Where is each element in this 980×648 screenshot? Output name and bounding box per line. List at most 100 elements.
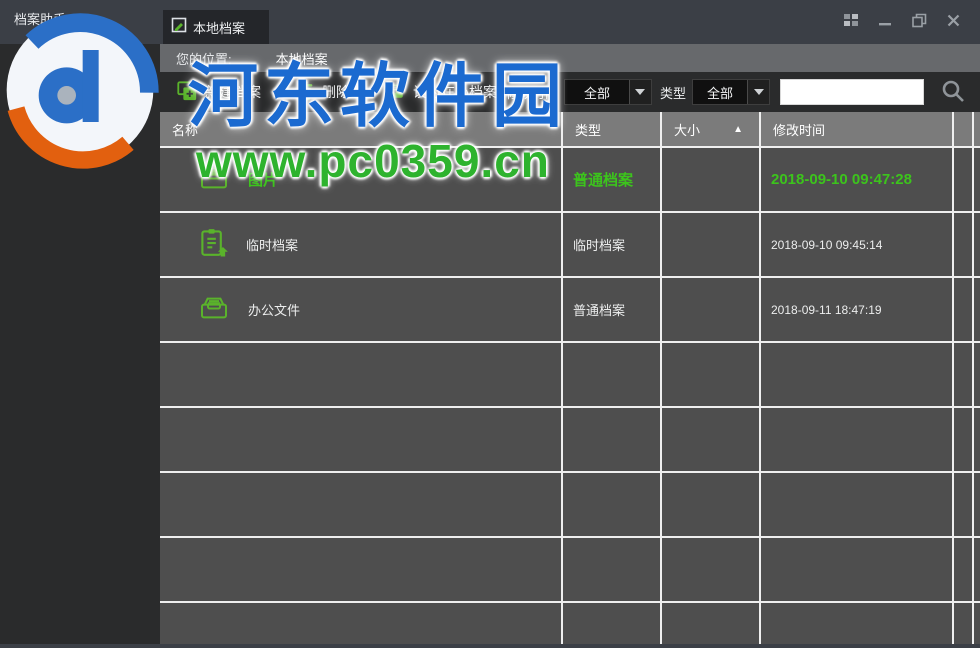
column-header-label: 修改时间 [773, 122, 826, 138]
sort-asc-icon: ▲ [733, 123, 743, 135]
delete-label: 删除 [322, 84, 350, 100]
apps-icon[interactable] [840, 10, 862, 30]
table-row-modified-cell[interactable]: 2018-09-10 09:47:28 [761, 148, 952, 211]
table-row-size-cell[interactable] [662, 148, 759, 211]
filter-time-dropdown[interactable]: 全部 [563, 79, 652, 105]
edit-document-icon [171, 17, 187, 38]
sidebar: 档案管理 本地档案 [0, 44, 160, 644]
archive-tray-icon [196, 162, 232, 198]
table-row-size-cell[interactable] [662, 278, 759, 341]
empty-cell [563, 473, 660, 536]
table-row-type-cell[interactable]: 临时档案 [563, 213, 660, 276]
chevron-down-icon[interactable] [747, 80, 769, 104]
clipboard-up-icon [196, 226, 230, 263]
chevron-down-icon[interactable] [628, 80, 651, 104]
empty-cell [974, 538, 980, 601]
empty-cell [761, 473, 952, 536]
empty-cell [954, 408, 972, 471]
column-header-大小[interactable]: 大小 ▲ [662, 112, 759, 146]
table-row-modified-cell[interactable]: 2018-09-11 18:47:19 [761, 278, 952, 341]
location-label: 您的位置: [176, 51, 232, 67]
empty-cell [761, 603, 952, 644]
empty-cell [974, 408, 980, 471]
new-archive-label: 新建档案 [205, 84, 261, 100]
empty-cell [954, 343, 972, 406]
empty-cell [563, 343, 660, 406]
location-value: 本地档案 [275, 51, 328, 67]
column-header-修改时间[interactable]: 修改时间 [761, 112, 952, 146]
table-row-spacer-cell [974, 278, 980, 341]
table-row-modified-cell[interactable]: 2018-09-10 09:45:14 [761, 213, 952, 276]
empty-cell [160, 473, 561, 536]
toolbar: 新建档案 删除 设为在办档案 修改时间 全部 类型 全部 [160, 72, 980, 112]
working-archive-icon [384, 80, 406, 105]
table-row-size-cell[interactable] [662, 213, 759, 276]
maximize-icon[interactable] [908, 10, 930, 30]
column-header-名称[interactable]: 名称 [160, 112, 561, 146]
empty-cell [954, 603, 972, 644]
table-row-name-cell[interactable]: 临时档案 [160, 213, 561, 276]
empty-cell [662, 408, 759, 471]
empty-cell [662, 473, 759, 536]
table-row-type-cell[interactable]: 普通档案 [563, 148, 660, 211]
archive-inbox-icon [24, 108, 50, 137]
table-row-spacer-cell [954, 148, 972, 211]
sidebar-item-local-archive[interactable]: 本地档案 [0, 102, 160, 142]
empty-cell [160, 343, 561, 406]
window-controls [840, 10, 964, 30]
column-header-类型[interactable]: 类型 [563, 112, 660, 146]
archive-name: 办公文件 [248, 303, 301, 318]
table-row-spacer-cell [974, 148, 980, 211]
tab-local-archive[interactable]: 本地档案 [163, 10, 269, 44]
table-row-name-cell[interactable]: 图片 [160, 148, 561, 211]
new-archive-button[interactable]: 新建档案 [176, 80, 261, 105]
table-row-spacer-cell [954, 213, 972, 276]
table-row-name-cell[interactable]: 办公文件 [160, 278, 561, 341]
minimize-icon[interactable] [874, 10, 896, 30]
table-row-spacer-cell [954, 278, 972, 341]
archive-modified: 2018-09-10 09:47:28 [771, 171, 912, 188]
empty-cell [563, 603, 660, 644]
location-bar: 您的位置: 本地档案 [160, 44, 980, 72]
empty-cell [662, 603, 759, 644]
search-button[interactable] [940, 78, 966, 107]
filter-time-label: 修改时间 [505, 85, 558, 101]
column-header-spacer [974, 112, 980, 146]
filter-type-label: 类型 [659, 85, 686, 101]
table-row-spacer-cell [974, 213, 980, 276]
archive-name: 临时档案 [246, 238, 299, 253]
empty-cell [761, 343, 952, 406]
set-working-archive-label: 设为在办档案 [413, 84, 497, 100]
archive-table: 名称 类型 大小 ▲ 修改时间 图片 普通档案 2018-09-10 09:47:28 临时档案… [160, 112, 980, 644]
archive-tray-icon [196, 292, 232, 327]
search-input[interactable] [780, 79, 924, 105]
empty-cell [563, 408, 660, 471]
archive-type: 普通档案 [573, 172, 634, 189]
filter-type-value: 全部 [706, 85, 733, 101]
column-header-label: 大小 [674, 122, 701, 138]
archive-name: 图片 [248, 172, 279, 189]
archive-modified: 2018-09-11 18:47:19 [771, 302, 882, 317]
empty-cell [160, 538, 561, 601]
close-icon[interactable] [942, 10, 964, 30]
app-title: 档案助手 [14, 12, 67, 27]
empty-cell [662, 343, 759, 406]
filter-time-value: 全部 [583, 85, 610, 101]
empty-cell [662, 538, 759, 601]
filter-type-dropdown[interactable]: 全部 [692, 79, 770, 105]
table-row-type-cell[interactable]: 普通档案 [563, 278, 660, 341]
trash-icon [295, 80, 315, 105]
column-header-label: 类型 [575, 122, 602, 138]
empty-cell [954, 538, 972, 601]
titlebar: 档案助手 本地档案 [0, 0, 980, 44]
set-working-archive-button[interactable]: 设为在办档案 [384, 80, 497, 105]
delete-button[interactable]: 删除 [295, 80, 350, 105]
sidebar-section-label: 档案管理 [14, 59, 67, 74]
new-archive-icon [176, 80, 198, 105]
empty-cell [563, 538, 660, 601]
window-frame-bottom [0, 644, 980, 648]
search-icon [940, 80, 966, 107]
empty-cell [974, 473, 980, 536]
app-window: 档案助手 本地档案 档案管理 本地档案 您的位置: 本地档案 新建档案 删除 设… [0, 0, 980, 648]
empty-cell [954, 473, 972, 536]
